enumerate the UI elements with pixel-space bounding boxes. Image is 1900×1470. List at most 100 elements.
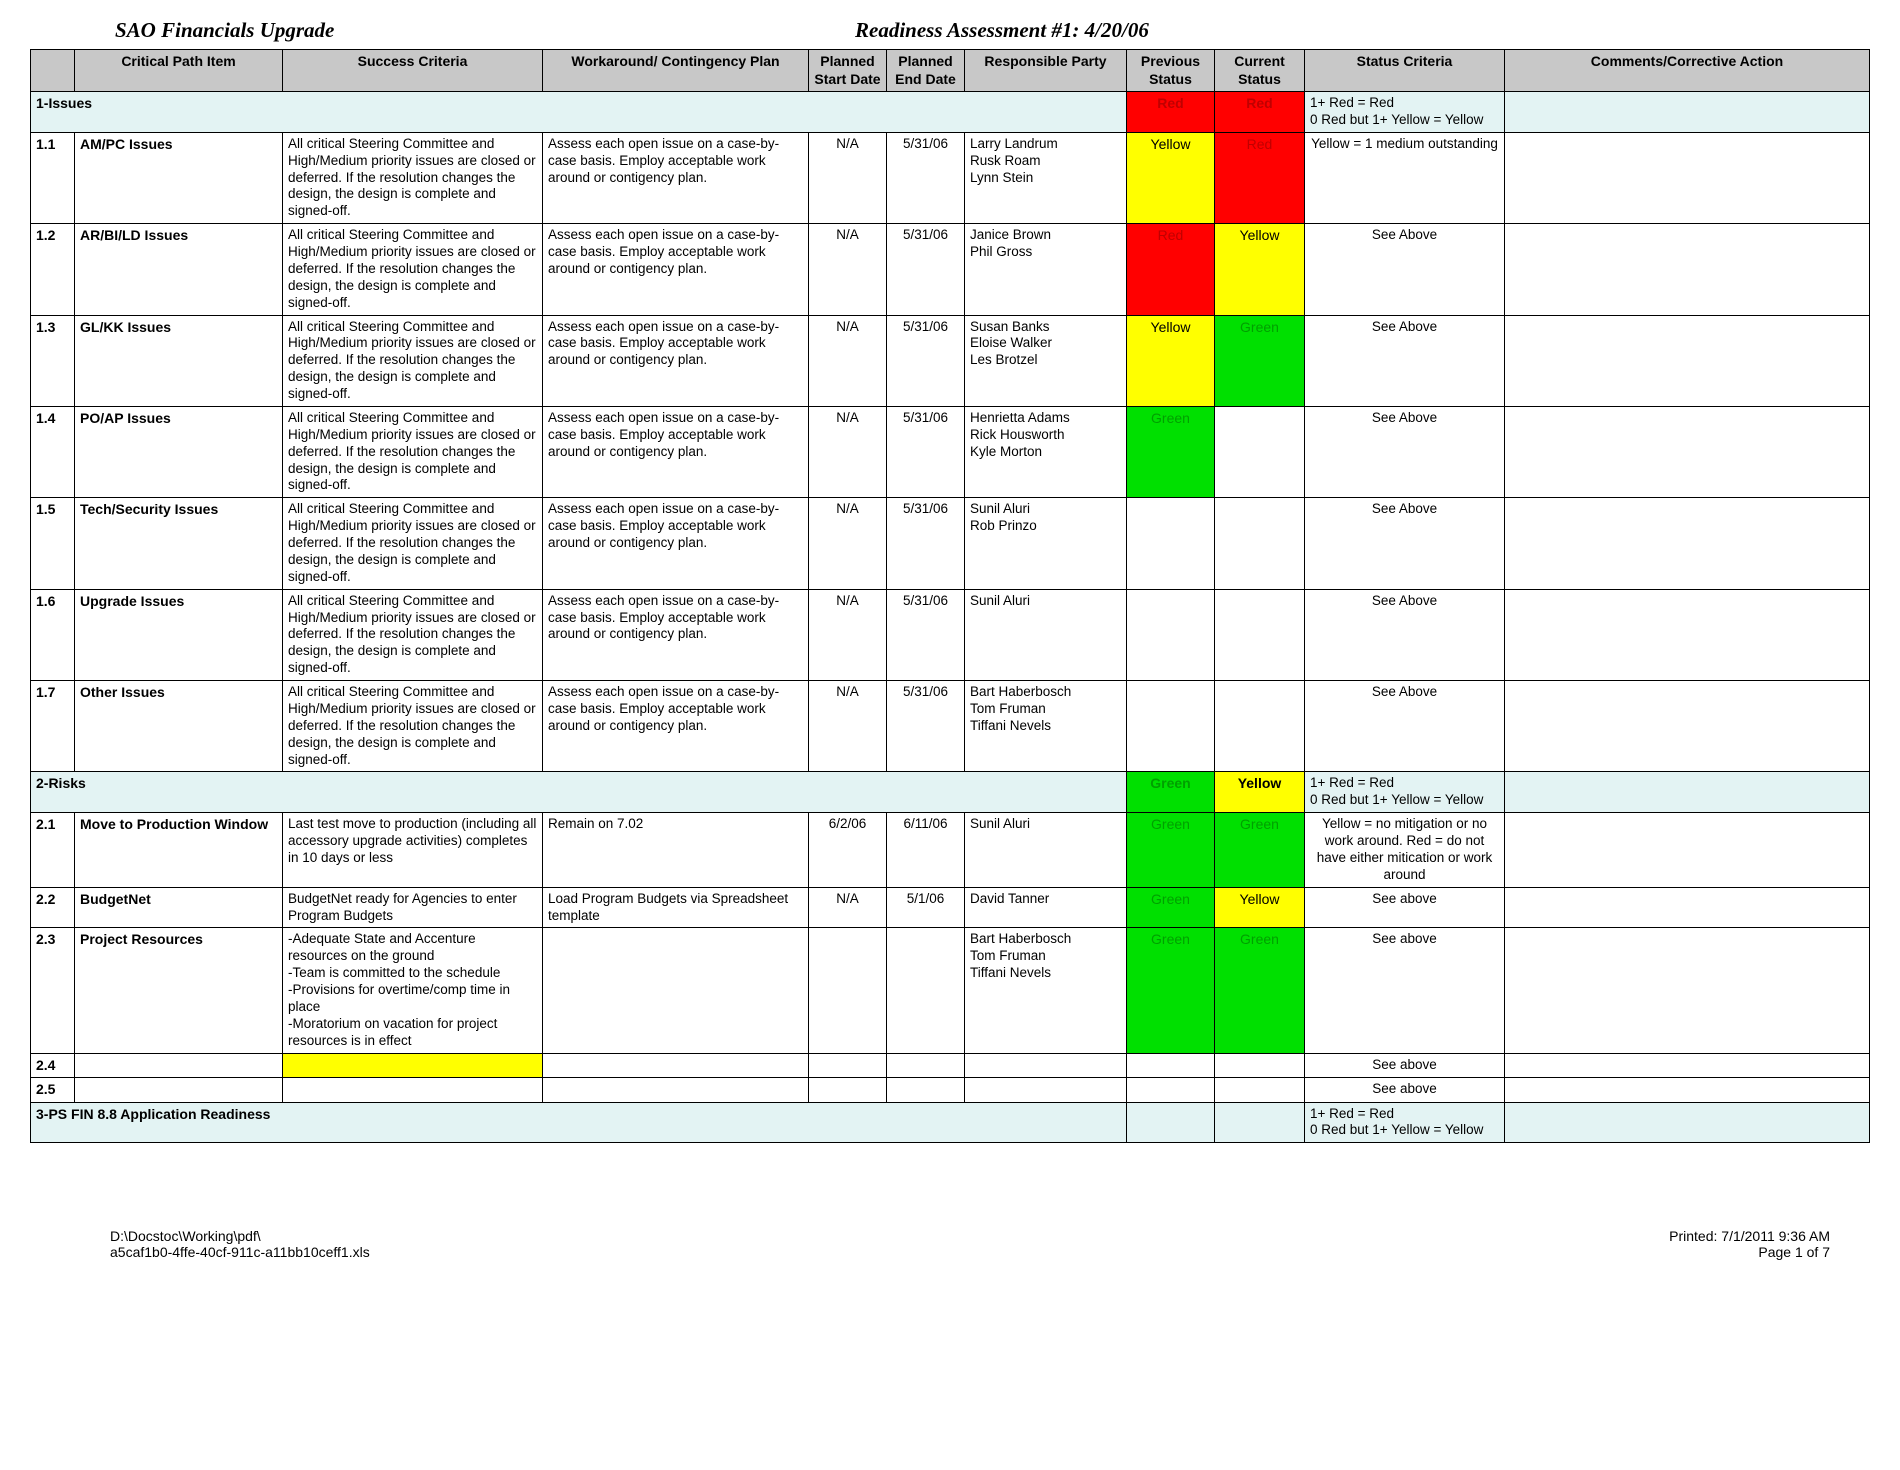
cell-corrective (1505, 887, 1870, 928)
cell-prev-status: Red (1127, 224, 1215, 315)
cell-prev-status: Green (1127, 813, 1215, 888)
doc-title-left: SAO Financials Upgrade (30, 18, 855, 43)
cell-end: 5/31/06 (887, 224, 965, 315)
cell-cur-status: Red (1215, 132, 1305, 223)
cell-success: All critical Steering Committee and High… (283, 589, 543, 680)
cell-success (283, 1078, 543, 1103)
cell-cur-status (1215, 498, 1305, 589)
cell-item: Move to Production Window (75, 813, 283, 888)
section-label: 2-Risks (31, 772, 1127, 813)
cell-start (809, 928, 887, 1053)
cell-item: Upgrade Issues (75, 589, 283, 680)
cell-end: 6/11/06 (887, 813, 965, 888)
cell-prev-status (1127, 1078, 1215, 1103)
cell-corrective (1505, 681, 1870, 772)
cell-plan: Remain on 7.02 (543, 813, 809, 888)
cell-plan: Assess each open issue on a case-by-case… (543, 406, 809, 497)
cell-start: N/A (809, 224, 887, 315)
table-row: 2.1Move to Production WindowLast test mo… (31, 813, 1870, 888)
section-status-criteria: 1+ Red = Red 0 Red but 1+ Yellow = Yello… (1305, 92, 1505, 133)
cell-resp: Larry Landrum Rusk Roam Lynn Stein (965, 132, 1127, 223)
cell-prev-status: Green (1127, 406, 1215, 497)
cell-item: BudgetNet (75, 887, 283, 928)
cell-cur-status: Green (1215, 928, 1305, 1053)
cell-end: 5/31/06 (887, 681, 965, 772)
cell-success: -Adequate State and Accenture resources … (283, 928, 543, 1053)
cell-cur-status (1215, 681, 1305, 772)
table-row: 2.4See above (31, 1053, 1870, 1078)
cell-prev-status: Yellow (1127, 315, 1215, 406)
cell-resp: Janice Brown Phil Gross (965, 224, 1127, 315)
cell-start: N/A (809, 315, 887, 406)
cell-start (809, 1078, 887, 1103)
cell-item: Other Issues (75, 681, 283, 772)
cell-end: 5/31/06 (887, 498, 965, 589)
cell-start: N/A (809, 498, 887, 589)
cell-id: 2.4 (31, 1053, 75, 1078)
cell-success: BudgetNet ready for Agencies to enter Pr… (283, 887, 543, 928)
cell-status-criteria: See Above (1305, 406, 1505, 497)
section-cur-status (1215, 1102, 1305, 1143)
cell-success (283, 1053, 543, 1078)
cell-start (809, 1053, 887, 1078)
cell-cur-status (1215, 1053, 1305, 1078)
table-row: 2.5See above (31, 1078, 1870, 1103)
section-row: 1-IssuesRedRed1+ Red = Red 0 Red but 1+ … (31, 92, 1870, 133)
col-success: Success Criteria (283, 50, 543, 92)
cell-item: GL/KK Issues (75, 315, 283, 406)
cell-corrective (1505, 224, 1870, 315)
cell-plan: Assess each open issue on a case-by-case… (543, 589, 809, 680)
cell-status-criteria: See above (1305, 928, 1505, 1053)
cell-corrective (1505, 589, 1870, 680)
cell-plan: Assess each open issue on a case-by-case… (543, 681, 809, 772)
table-row: 1.4PO/AP IssuesAll critical Steering Com… (31, 406, 1870, 497)
cell-id: 2.5 (31, 1078, 75, 1103)
page-footer: D:\Docstoc\Working\pdf\ a5caf1b0-4ffe-40… (30, 1228, 1870, 1260)
cell-id: 1.7 (31, 681, 75, 772)
cell-cur-status: Yellow (1215, 887, 1305, 928)
cell-item: AR/BI/LD Issues (75, 224, 283, 315)
cell-id: 1.1 (31, 132, 75, 223)
section-cur-status: Yellow (1215, 772, 1305, 813)
cell-status-criteria: See Above (1305, 589, 1505, 680)
cell-cur-status: Yellow (1215, 224, 1305, 315)
section-corrective (1505, 1102, 1870, 1143)
footer-file: a5caf1b0-4ffe-40cf-911c-a11bb10ceff1.xls (110, 1244, 1669, 1260)
cell-resp: Sunil Aluri (965, 589, 1127, 680)
section-row: 2-RisksGreenYellow1+ Red = Red 0 Red but… (31, 772, 1870, 813)
col-corr: Comments/Corrective Action (1505, 50, 1870, 92)
cell-corrective (1505, 315, 1870, 406)
cell-end (887, 1053, 965, 1078)
cell-id: 2.2 (31, 887, 75, 928)
cell-end: 5/31/06 (887, 406, 965, 497)
cell-plan (543, 1053, 809, 1078)
cell-prev-status (1127, 681, 1215, 772)
cell-corrective (1505, 813, 1870, 888)
cell-id: 1.6 (31, 589, 75, 680)
cell-resp: Susan Banks Eloise Walker Les Brotzel (965, 315, 1127, 406)
cell-corrective (1505, 1053, 1870, 1078)
cell-item: PO/AP Issues (75, 406, 283, 497)
doc-title-right: Readiness Assessment #1: 4/20/06 (855, 18, 1870, 43)
cell-plan: Assess each open issue on a case-by-case… (543, 132, 809, 223)
table-row: 1.5Tech/Security IssuesAll critical Stee… (31, 498, 1870, 589)
col-plan: Workaround/ Contingency Plan (543, 50, 809, 92)
col-start: Planned Start Date (809, 50, 887, 92)
section-label: 1-Issues (31, 92, 1127, 133)
cell-success: All critical Steering Committee and High… (283, 498, 543, 589)
cell-end: 5/31/06 (887, 132, 965, 223)
cell-start: N/A (809, 132, 887, 223)
table-row: 1.6Upgrade IssuesAll critical Steering C… (31, 589, 1870, 680)
cell-id: 2.1 (31, 813, 75, 888)
cell-success: All critical Steering Committee and High… (283, 406, 543, 497)
table-row: 1.3GL/KK IssuesAll critical Steering Com… (31, 315, 1870, 406)
table-row: 1.7Other IssuesAll critical Steering Com… (31, 681, 1870, 772)
section-cur-status: Red (1215, 92, 1305, 133)
col-item: Critical Path Item (75, 50, 283, 92)
section-status-criteria: 1+ Red = Red 0 Red but 1+ Yellow = Yello… (1305, 772, 1505, 813)
cell-cur-status (1215, 589, 1305, 680)
footer-printed: Printed: 7/1/2011 9:36 AM (1669, 1228, 1830, 1244)
cell-plan (543, 928, 809, 1053)
cell-resp: Henrietta Adams Rick Housworth Kyle Mort… (965, 406, 1127, 497)
cell-start: N/A (809, 887, 887, 928)
